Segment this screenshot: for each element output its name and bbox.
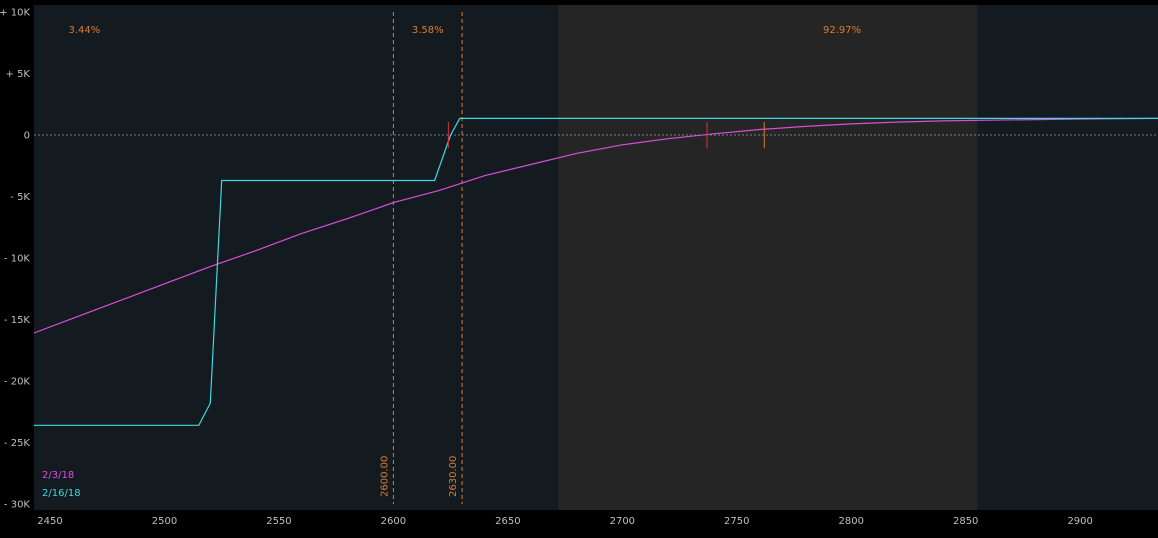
x-tick-label: 2700	[610, 516, 635, 527]
x-tick-label: 2600	[381, 516, 406, 527]
x-tick-label: 2900	[1067, 516, 1092, 527]
shaded-probability-region	[558, 5, 978, 510]
probability-label: 3.58%	[412, 25, 444, 36]
risk-profile-chart: 2600.00 2630.00 + 10K + 5K 0 - 5K - 10K - 15K -…	[0, 5, 1158, 527]
y-tick-label: - 5K	[10, 192, 30, 203]
y-tick-label: - 15K	[4, 315, 31, 326]
y-tick-label: + 5K	[6, 69, 31, 80]
strike-label: 2600.00	[379, 456, 390, 497]
y-tick-label: 0	[24, 131, 30, 142]
x-tick-label: 2500	[152, 516, 177, 527]
y-tick-label: - 30K	[4, 500, 31, 511]
legend-entry: 2/3/18	[42, 470, 74, 481]
y-tick-label: - 10K	[4, 254, 31, 265]
x-tick-label: 2650	[495, 516, 520, 527]
probability-label: 92.97%	[823, 25, 861, 36]
y-tick-label: + 10K	[0, 8, 30, 19]
y-tick-label: - 20K	[4, 377, 31, 388]
strike-label: 2630.00	[448, 456, 459, 497]
x-tick-label: 2800	[839, 516, 864, 527]
y-tick-label: - 25K	[4, 438, 31, 449]
legend-entry: 2/16/18	[42, 488, 81, 499]
x-tick-label: 2550	[266, 516, 291, 527]
x-tick-label: 2750	[724, 516, 749, 527]
probability-label: 3.44%	[68, 25, 100, 36]
x-tick-label: 2850	[953, 516, 978, 527]
x-tick-label: 2450	[37, 516, 62, 527]
